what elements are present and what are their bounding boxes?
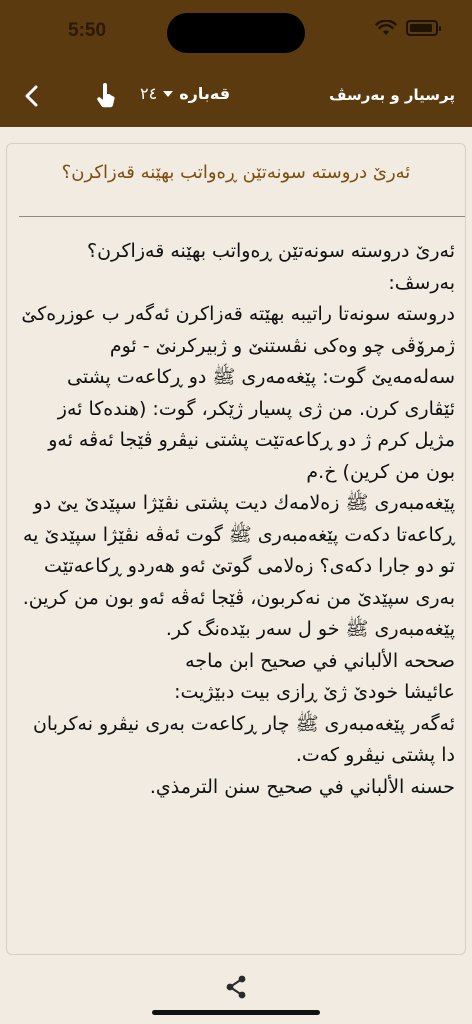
answer-line: پێغەمبەری ﷺ زەلامەك دیت پشتی نڤێژا سپێدێ…: [22, 492, 455, 640]
chapter-number: ٢٤: [140, 84, 158, 103]
app-header: 5:50 ٢٤ قەبارە پرسیار و بەرسڤ: [0, 0, 472, 127]
wifi-icon: [375, 20, 397, 35]
qa-card: ئەرێ دروستە سونەتێن ڕەواتب بهێنە قەزاکرن…: [6, 143, 466, 955]
answer-line: ئەرێ دروستە سونەتێن ڕەواتب بهێنە قەزاکرن…: [86, 240, 455, 262]
battery-icon: [406, 20, 441, 36]
answer-line: صححه الألباني في صحيح ابن ماجه: [185, 649, 455, 672]
status-time: 5:50: [68, 20, 107, 41]
dynamic-island: [167, 13, 305, 53]
chapter-selector[interactable]: ٢٤ قەبارە: [140, 84, 230, 103]
share-icon[interactable]: [224, 974, 248, 1000]
answer-line: بەرسڤ:: [388, 271, 455, 294]
answer-line: ئەگەر پێغەمبەری ﷺ چار ڕکاعەت بەری نیڤرو …: [32, 712, 455, 767]
chapter-label: قەبارە: [179, 84, 231, 103]
answer-line: عائیشا خودێ ژێ ڕازی بیت دبێژیت:: [174, 681, 455, 703]
answer-text: ئەرێ دروستە سونەتێن ڕەواتب بهێنە قەزاکرن…: [21, 236, 455, 803]
question-title: ئەرێ دروستە سونەتێن ڕەواتب بهێنە قەزاکرن…: [61, 162, 411, 183]
status-icons: [375, 20, 441, 36]
divider: [19, 216, 465, 217]
chevron-left-icon[interactable]: [18, 82, 46, 110]
hand-pointer-icon[interactable]: [94, 82, 118, 110]
page-title: پرسیار و بەرسڤ: [329, 86, 455, 104]
caret-down-icon: [163, 90, 174, 97]
answer-line: دروستە سونەتا راتیبە بهێتە قەزاکرن ئەگەر…: [21, 303, 455, 483]
bottom-bar: [0, 956, 472, 1024]
answer-line: حسنه الألباني في صحيح سنن الترمذي.: [149, 775, 455, 798]
home-indicator: [152, 1010, 320, 1015]
